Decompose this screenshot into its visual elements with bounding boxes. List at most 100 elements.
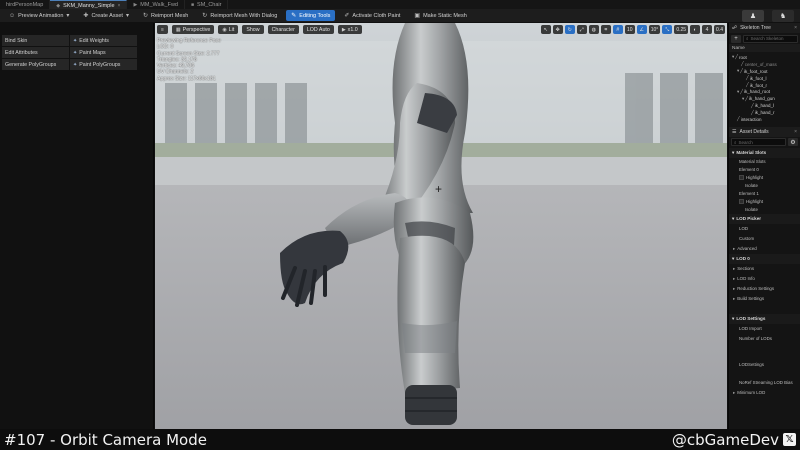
section-lod-settings[interactable]: ▾ LOD Settings xyxy=(729,313,800,324)
world-space-icon[interactable]: ◍ xyxy=(588,25,599,34)
animation-mode-button[interactable]: ♞ xyxy=(772,10,794,22)
paint-icon: ✦ xyxy=(73,61,78,68)
camera-speed-icon[interactable]: ◐ xyxy=(690,25,701,34)
camera-speed-value[interactable]: 4 xyxy=(702,25,713,34)
property-label: Element 1 xyxy=(739,191,759,197)
property-label: Advanced xyxy=(737,246,757,252)
close-icon[interactable]: × xyxy=(794,129,797,135)
playback-speed-button[interactable]: ▶ x1.0 xyxy=(337,25,362,34)
property-label: Isolate xyxy=(745,183,758,189)
tree-item[interactable]: ╱ ik_foot_r xyxy=(729,82,800,89)
property-row[interactable]: ▸ LOD Info xyxy=(729,274,800,284)
edit-weights-button[interactable]: ✦ Edit Weights xyxy=(70,35,137,46)
section-lod-0[interactable]: ▾ LOD 0 xyxy=(729,253,800,264)
rotation-snap-value[interactable]: 10° xyxy=(648,25,661,34)
tree-item[interactable]: ╱ ik_hand_l xyxy=(729,102,800,109)
chevron-down-icon: ▾ xyxy=(66,13,70,19)
paint-maps-button[interactable]: ✦ Paint Maps xyxy=(70,47,137,58)
rotation-snap-icon[interactable]: ∠ xyxy=(636,25,647,34)
select-mode-icon[interactable]: ↖ xyxy=(540,25,551,34)
surface-snap-icon[interactable]: ⌗ xyxy=(600,25,611,34)
editing-tools-panel: Bind Skin ✦ Edit Weights Edit Attributes… xyxy=(0,23,154,429)
editing-tools-label: Editing Tools xyxy=(299,12,331,19)
author-handle: @cbGameDev xyxy=(671,430,779,449)
tab-static-mesh[interactable]: ■ SM_Chair xyxy=(185,0,229,9)
rotate-icon[interactable]: ↻ xyxy=(564,25,575,34)
bone-icon: ╱ xyxy=(746,82,749,87)
property-row[interactable]: ▸ Reduction Settings xyxy=(729,284,800,294)
add-socket-button[interactable]: + xyxy=(731,34,741,43)
tree-item[interactable]: ╱ center_of_mass xyxy=(729,61,800,68)
lit-sphere-icon: ◉ xyxy=(222,26,227,33)
settings-icon[interactable]: ⚙ xyxy=(788,138,798,147)
scale-icon[interactable]: ⤢ xyxy=(576,25,587,34)
tab-level[interactable]: hirdPersonMap xyxy=(0,0,51,9)
person-icon: ♟ xyxy=(749,13,757,20)
property-row: LOD Import xyxy=(729,324,800,334)
editing-tools-button[interactable]: ✎ Editing Tools xyxy=(286,10,336,21)
property-row[interactable]: ▸ Sections xyxy=(729,264,800,274)
tab-animation[interactable]: ▶ MM_Walk_Fwd xyxy=(127,0,185,9)
tree-item[interactable]: ╱ ik_foot_l xyxy=(729,75,800,82)
property-row: Element 1 xyxy=(729,190,800,198)
property-row[interactable]: ▸ Advanced xyxy=(729,244,800,254)
camera-speed-scalar-value[interactable]: 0.4 xyxy=(714,25,725,34)
tree-item-label: ik_foot_l xyxy=(749,75,767,81)
tree-item-label: center_of_mass xyxy=(744,61,777,67)
stat-line: Current Screen Size: 2.777 xyxy=(157,50,220,57)
property-label: Number of LODs xyxy=(739,336,772,342)
perspective-button[interactable]: ▦ Perspective xyxy=(171,25,215,34)
tree-item[interactable]: ▾ ╱ ik_hand_root xyxy=(729,88,800,95)
bind-skin-button[interactable]: Bind Skin xyxy=(2,35,69,46)
lod-button[interactable]: LOD Auto xyxy=(302,25,334,34)
name-column-header[interactable]: Name xyxy=(729,44,800,52)
tree-item[interactable]: ▾ ╱ ik_foot_root xyxy=(729,68,800,75)
bone-icon: ╱ xyxy=(746,75,749,81)
scale-snap-value[interactable]: 0.25 xyxy=(674,25,689,34)
section-lod-picker[interactable]: ▾ LOD Picker xyxy=(729,213,800,224)
scale-snap-icon[interactable]: ⤡ xyxy=(662,25,673,34)
tree-item-label: ik_foot_root xyxy=(743,68,768,74)
create-asset-button[interactable]: ✚ Create Asset ▾ xyxy=(78,10,134,21)
grid-snap-value[interactable]: 10 xyxy=(624,25,635,34)
lod-label: LOD Auto xyxy=(306,26,330,33)
section-material-slots[interactable]: ▾ Material Slots xyxy=(729,147,800,158)
skeleton-tree-header: ☍ Skeleton Tree × xyxy=(729,23,800,33)
preview-viewport[interactable]: ≡ ▦ Perspective ◉ Lit Show Character LOD… xyxy=(155,23,727,429)
preview-animation-button[interactable]: ☺ Preview Animation ▾ xyxy=(4,10,74,21)
make-static-mesh-button[interactable]: ▣ Make Static Mesh xyxy=(409,10,471,21)
tree-item[interactable]: ▾ ╱ ik_hand_gun xyxy=(729,95,800,102)
grid-snap-icon[interactable]: # xyxy=(612,25,623,34)
translate-icon[interactable]: ✥ xyxy=(552,25,563,34)
tree-item[interactable]: ╱ ik_hand_r xyxy=(729,109,800,116)
property-row[interactable]: Isolate xyxy=(729,182,800,190)
show-button[interactable]: Show xyxy=(242,25,264,34)
property-row[interactable]: Highlight xyxy=(729,198,800,206)
property-row[interactable]: ▸ Build Settings xyxy=(729,294,800,304)
property-row[interactable]: Highlight xyxy=(729,174,800,182)
property-label: Custom xyxy=(739,236,755,242)
skeleton-search-input[interactable]: ⌕ Search Skeleton xyxy=(743,34,798,43)
close-icon[interactable]: × xyxy=(118,3,121,9)
details-search-input[interactable]: ⌕ Search xyxy=(731,138,786,147)
property-row[interactable]: ▸ Minimum LOD xyxy=(729,388,800,398)
viewport-options-button[interactable]: ≡ xyxy=(157,25,168,34)
close-icon[interactable]: × xyxy=(794,25,797,31)
skeleton-mode-button[interactable]: ♟ xyxy=(742,10,764,22)
activate-cloth-paint-button[interactable]: ✐ Activate Cloth Paint xyxy=(339,10,405,21)
tree-item[interactable]: ▾ ╱ root xyxy=(729,54,800,61)
property-row[interactable]: Isolate xyxy=(729,206,800,214)
lit-mode-button[interactable]: ◉ Lit xyxy=(218,25,239,34)
reimport-mesh-button[interactable]: ↻ Reimport Mesh xyxy=(138,10,193,21)
reimport-mesh-dialog-button[interactable]: ↻ Reimport Mesh With Dialog xyxy=(197,10,282,21)
viewport-transform-controls: ↖ ✥ ↻ ⤢ ◍ ⌗ # 10 ∠ 10° ⤡ 0.25 ◐ 4 0.4 xyxy=(540,25,725,34)
paint-polygroups-button[interactable]: ✦ Paint PolyGroups xyxy=(70,59,137,70)
generate-polygroups-button[interactable]: Generate PolyGroups xyxy=(2,59,69,70)
edit-attributes-button[interactable]: Edit Attributes xyxy=(2,47,69,58)
chevron-down-icon: ▾ xyxy=(732,255,735,261)
tab-skeletal-mesh[interactable]: ◆ SKM_Manny_Simple × xyxy=(50,0,128,9)
tree-item[interactable]: ╱ interaction xyxy=(729,116,800,123)
property-label: Sections xyxy=(737,266,755,272)
character-button[interactable]: Character xyxy=(267,25,299,34)
character-label: Character xyxy=(271,26,295,33)
